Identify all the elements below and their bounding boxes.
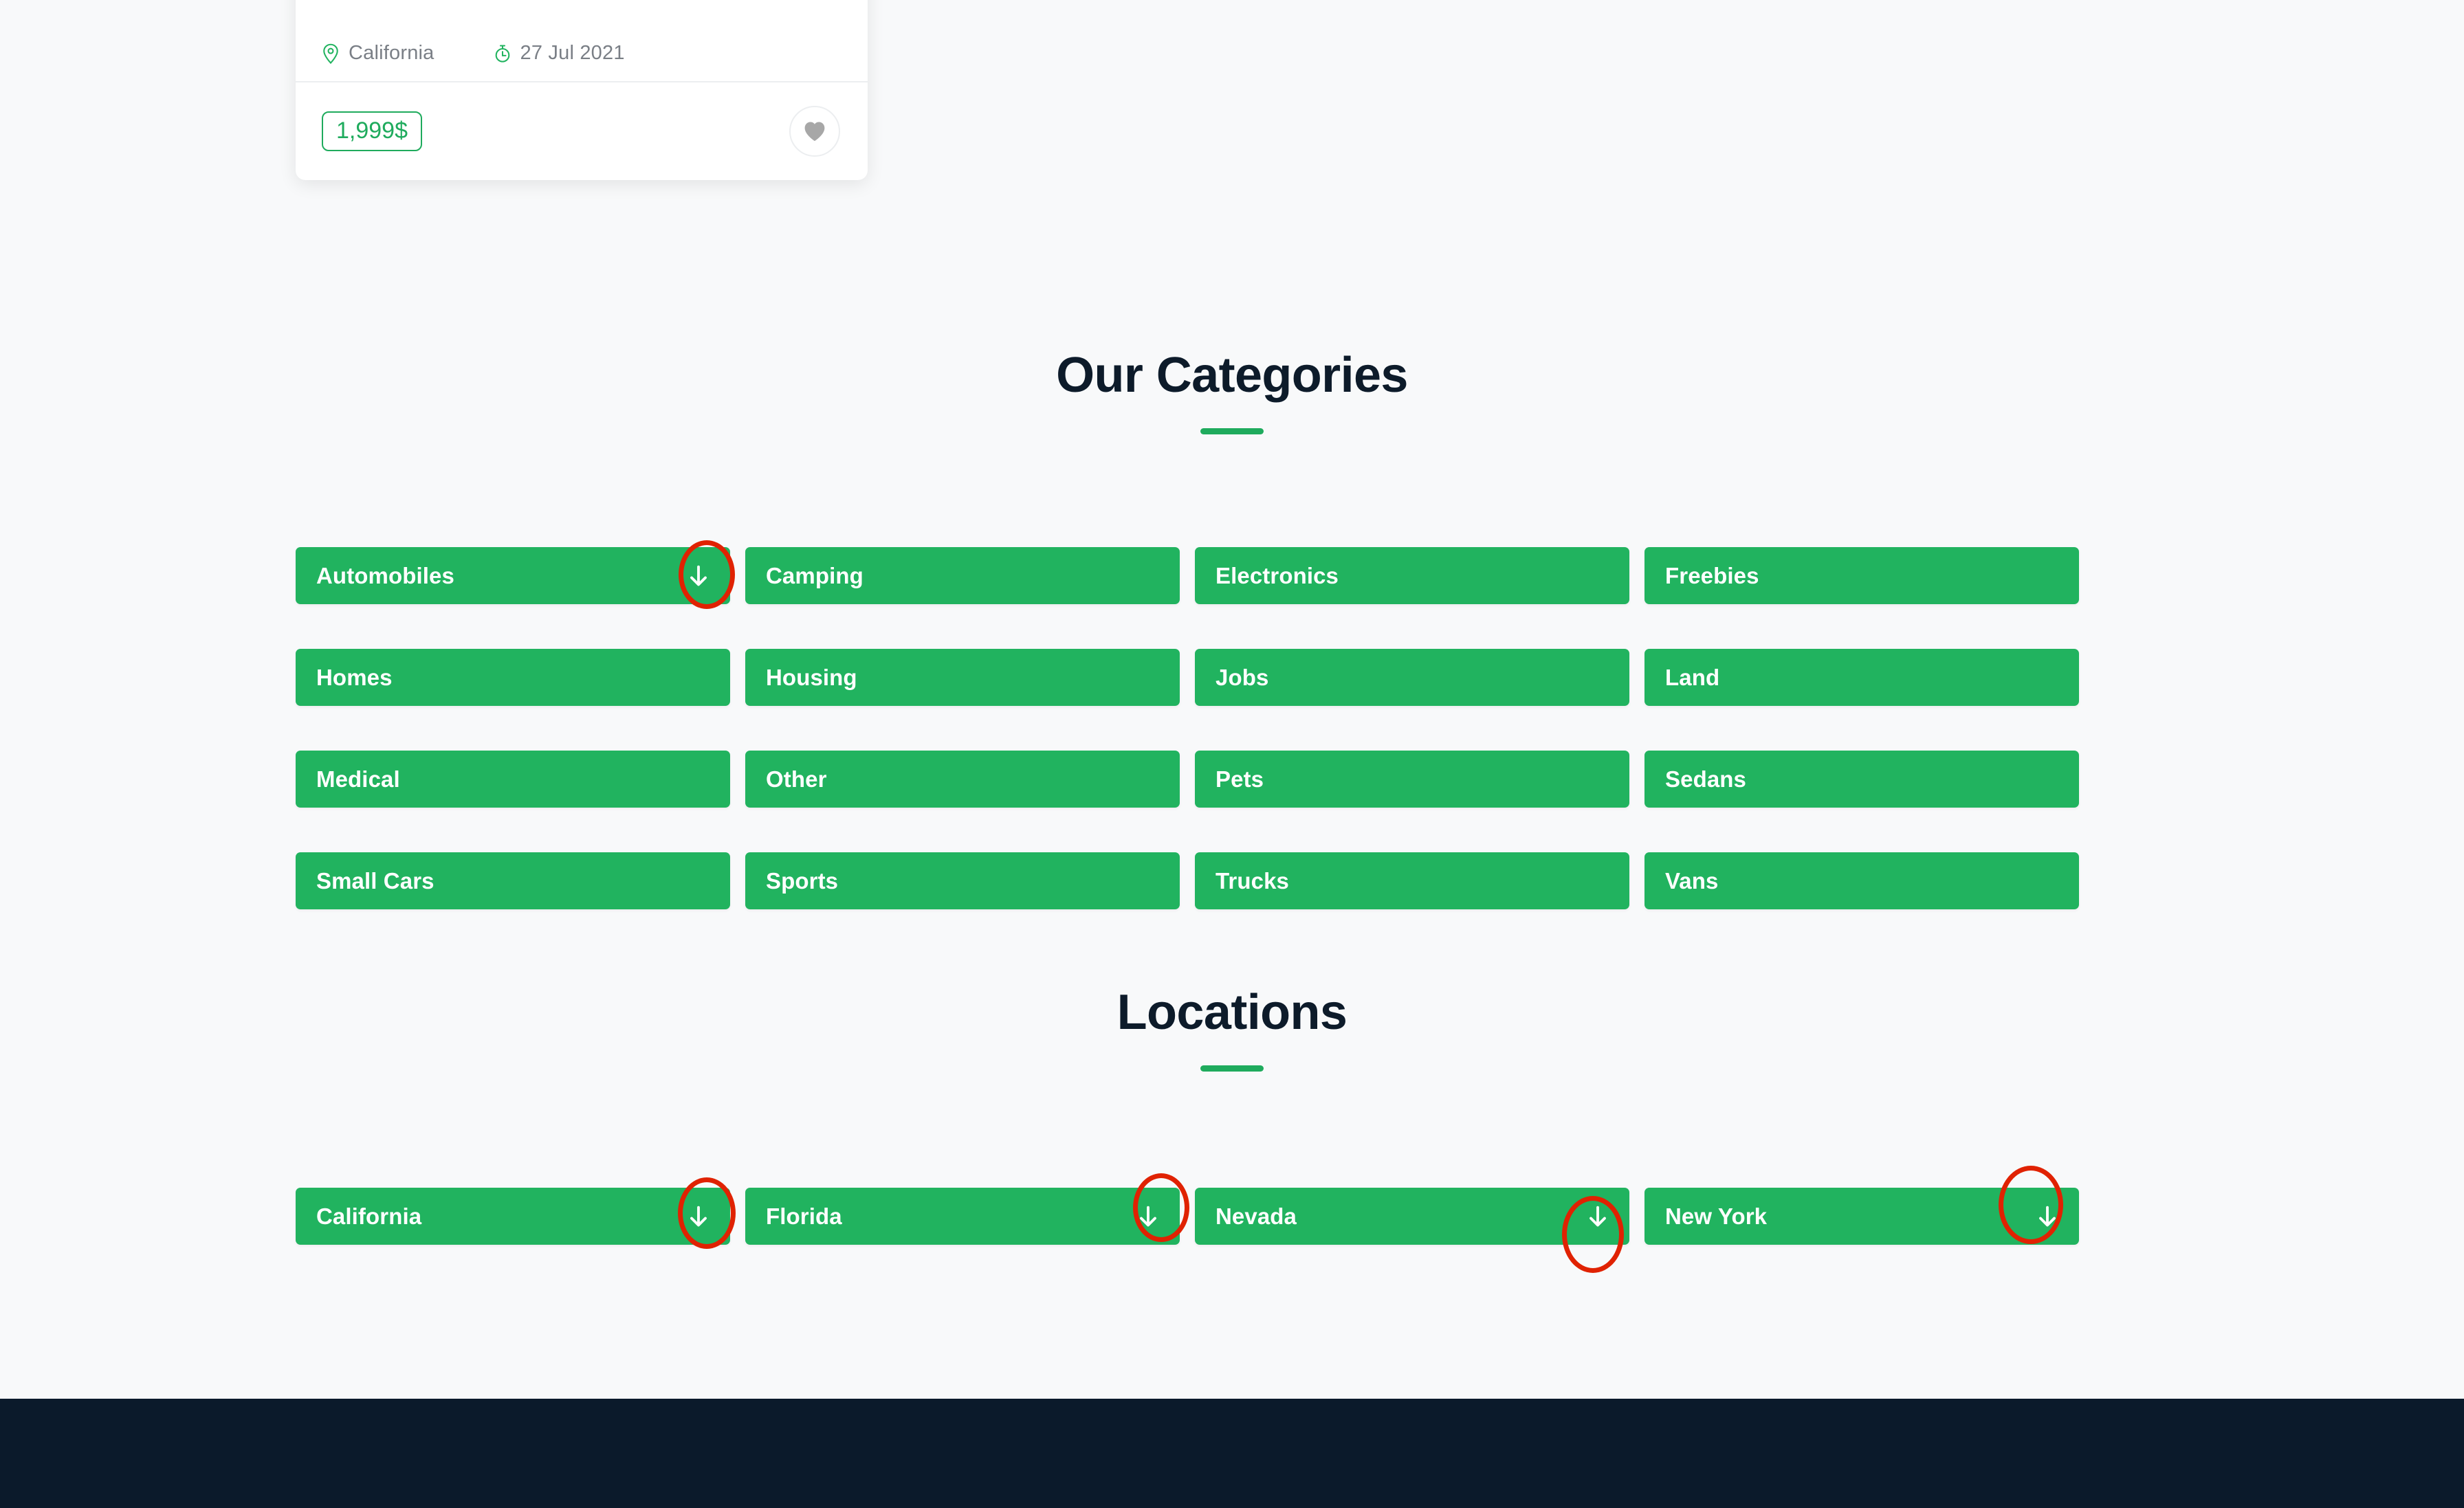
category-chip-label: Camping — [766, 562, 864, 588]
site-footer — [0, 1399, 2464, 1508]
category-chip-label: Freebies — [1665, 562, 1759, 588]
category-chip-medical[interactable]: Medical — [296, 751, 730, 808]
arrow-down-icon — [685, 1203, 712, 1230]
page-title-categories: Our Categories — [1056, 348, 1408, 403]
map-pin-icon — [322, 43, 340, 64]
page-root: California 27 Jul 2021 1,999$ Our Catego… — [0, 0, 2464, 1508]
arrow-down-icon — [2034, 1203, 2061, 1230]
clock-icon — [494, 43, 512, 64]
category-chip-label: Pets — [1216, 766, 1264, 792]
category-chip-pets[interactable]: Pets — [1195, 751, 1629, 808]
category-chip-trucks[interactable]: Trucks — [1195, 852, 1629, 909]
category-chip-label: Small Cars — [316, 867, 434, 894]
listing-card-meta: California 27 Jul 2021 — [296, 0, 868, 82]
category-chip-land[interactable]: Land — [1644, 649, 2079, 706]
category-chip-label: Medical — [316, 766, 400, 792]
category-chip-label: Trucks — [1216, 867, 1289, 894]
category-chip-sports[interactable]: Sports — [745, 852, 1180, 909]
favorite-button[interactable] — [789, 106, 840, 157]
listing-card-footer: 1,999$ — [296, 82, 868, 180]
category-chip-label: Vans — [1665, 867, 1719, 894]
location-chip-label: Nevada — [1216, 1203, 1297, 1229]
category-chip-automobiles[interactable]: Automobiles — [296, 547, 730, 604]
category-chip-electronics[interactable]: Electronics — [1195, 547, 1629, 604]
categories-grid: Automobiles Camping Electronics Freebies Hom… — [296, 547, 2079, 909]
heading-underline — [1200, 428, 1264, 434]
category-chip-label: Automobiles — [316, 562, 454, 588]
locations-grid: California Florida Nevada New York — [296, 1188, 2079, 1245]
listing-date: 27 Jul 2021 — [494, 42, 625, 65]
category-chip-label: Jobs — [1216, 664, 1269, 690]
listing-date-label: 27 Jul 2021 — [520, 42, 625, 64]
heart-icon — [802, 120, 827, 143]
heading-underline — [1200, 1065, 1264, 1072]
category-chip-label: Land — [1665, 664, 1720, 690]
category-chip-small-cars[interactable]: Small Cars — [296, 852, 730, 909]
arrow-down-icon — [1584, 1203, 1612, 1230]
location-chip-label: New York — [1665, 1203, 1768, 1229]
arrow-down-icon — [1134, 1203, 1162, 1230]
location-chip-nevada[interactable]: Nevada — [1195, 1188, 1629, 1245]
categories-heading-block: Our Categories — [0, 347, 2464, 434]
category-chip-housing[interactable]: Housing — [745, 649, 1180, 706]
category-chip-label: Homes — [316, 664, 393, 690]
category-chip-other[interactable]: Other — [745, 751, 1180, 808]
category-chip-homes[interactable]: Homes — [296, 649, 730, 706]
category-chip-camping[interactable]: Camping — [745, 547, 1180, 604]
category-chip-label: Sedans — [1665, 766, 1746, 792]
location-chip-label: California — [316, 1203, 422, 1229]
category-chip-vans[interactable]: Vans — [1644, 852, 2079, 909]
category-chip-label: Other — [766, 766, 827, 792]
listing-card[interactable]: California 27 Jul 2021 1,999$ — [296, 0, 868, 180]
category-chip-label: Housing — [766, 664, 857, 690]
category-chip-label: Sports — [766, 867, 839, 894]
category-chip-jobs[interactable]: Jobs — [1195, 649, 1629, 706]
arrow-down-icon — [685, 562, 712, 590]
listing-price: 1,999$ — [322, 111, 422, 151]
location-chip-label: Florida — [766, 1203, 842, 1229]
listing-location: California — [322, 42, 434, 65]
location-chip-new-york[interactable]: New York — [1644, 1188, 2079, 1245]
category-chip-label: Electronics — [1216, 562, 1339, 588]
locations-heading-block: Locations — [0, 984, 2464, 1072]
category-chip-sedans[interactable]: Sedans — [1644, 751, 2079, 808]
page-title-locations: Locations — [1116, 985, 1348, 1040]
location-chip-florida[interactable]: Florida — [745, 1188, 1180, 1245]
category-chip-freebies[interactable]: Freebies — [1644, 547, 2079, 604]
listing-location-label: California — [349, 42, 434, 64]
location-chip-california[interactable]: California — [296, 1188, 730, 1245]
